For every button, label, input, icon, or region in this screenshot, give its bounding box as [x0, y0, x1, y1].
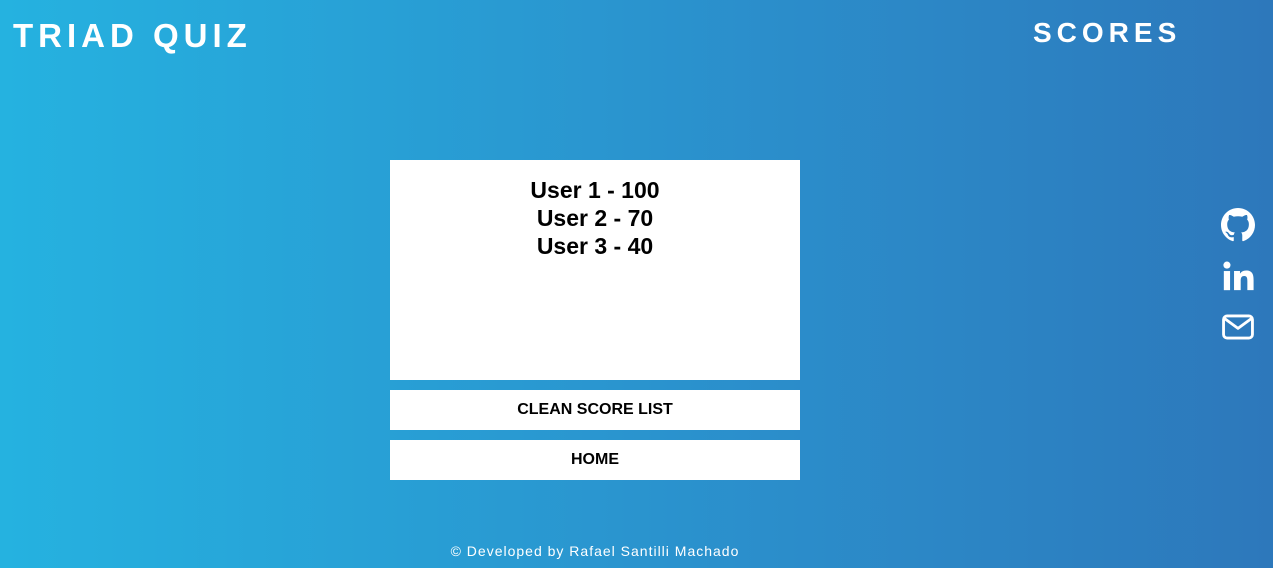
score-list-panel: User 1 - 100 User 2 - 70 User 3 - 40	[390, 160, 800, 380]
score-item: User 3 - 40	[536, 233, 654, 259]
score-list: User 1 - 100 User 2 - 70 User 3 - 40	[390, 176, 800, 260]
social-links	[1221, 208, 1255, 361]
clean-score-list-button[interactable]: CLEAN SCORE LIST	[390, 390, 800, 430]
app-title: TRIAD QUIZ	[13, 17, 252, 54]
page-heading: SCORES	[1033, 17, 1182, 48]
mail-icon	[1222, 314, 1254, 340]
linkedin-link[interactable]	[1221, 259, 1255, 293]
github-link[interactable]	[1221, 208, 1255, 242]
github-icon	[1221, 208, 1255, 242]
score-item: User 2 - 70	[536, 205, 654, 231]
linkedin-icon	[1223, 261, 1254, 291]
footer-credit: © Developed by Rafael Santilli Machado	[450, 543, 740, 559]
email-link[interactable]	[1221, 310, 1255, 344]
home-button[interactable]: HOME	[390, 440, 800, 480]
score-item: User 1 - 100	[530, 177, 660, 203]
